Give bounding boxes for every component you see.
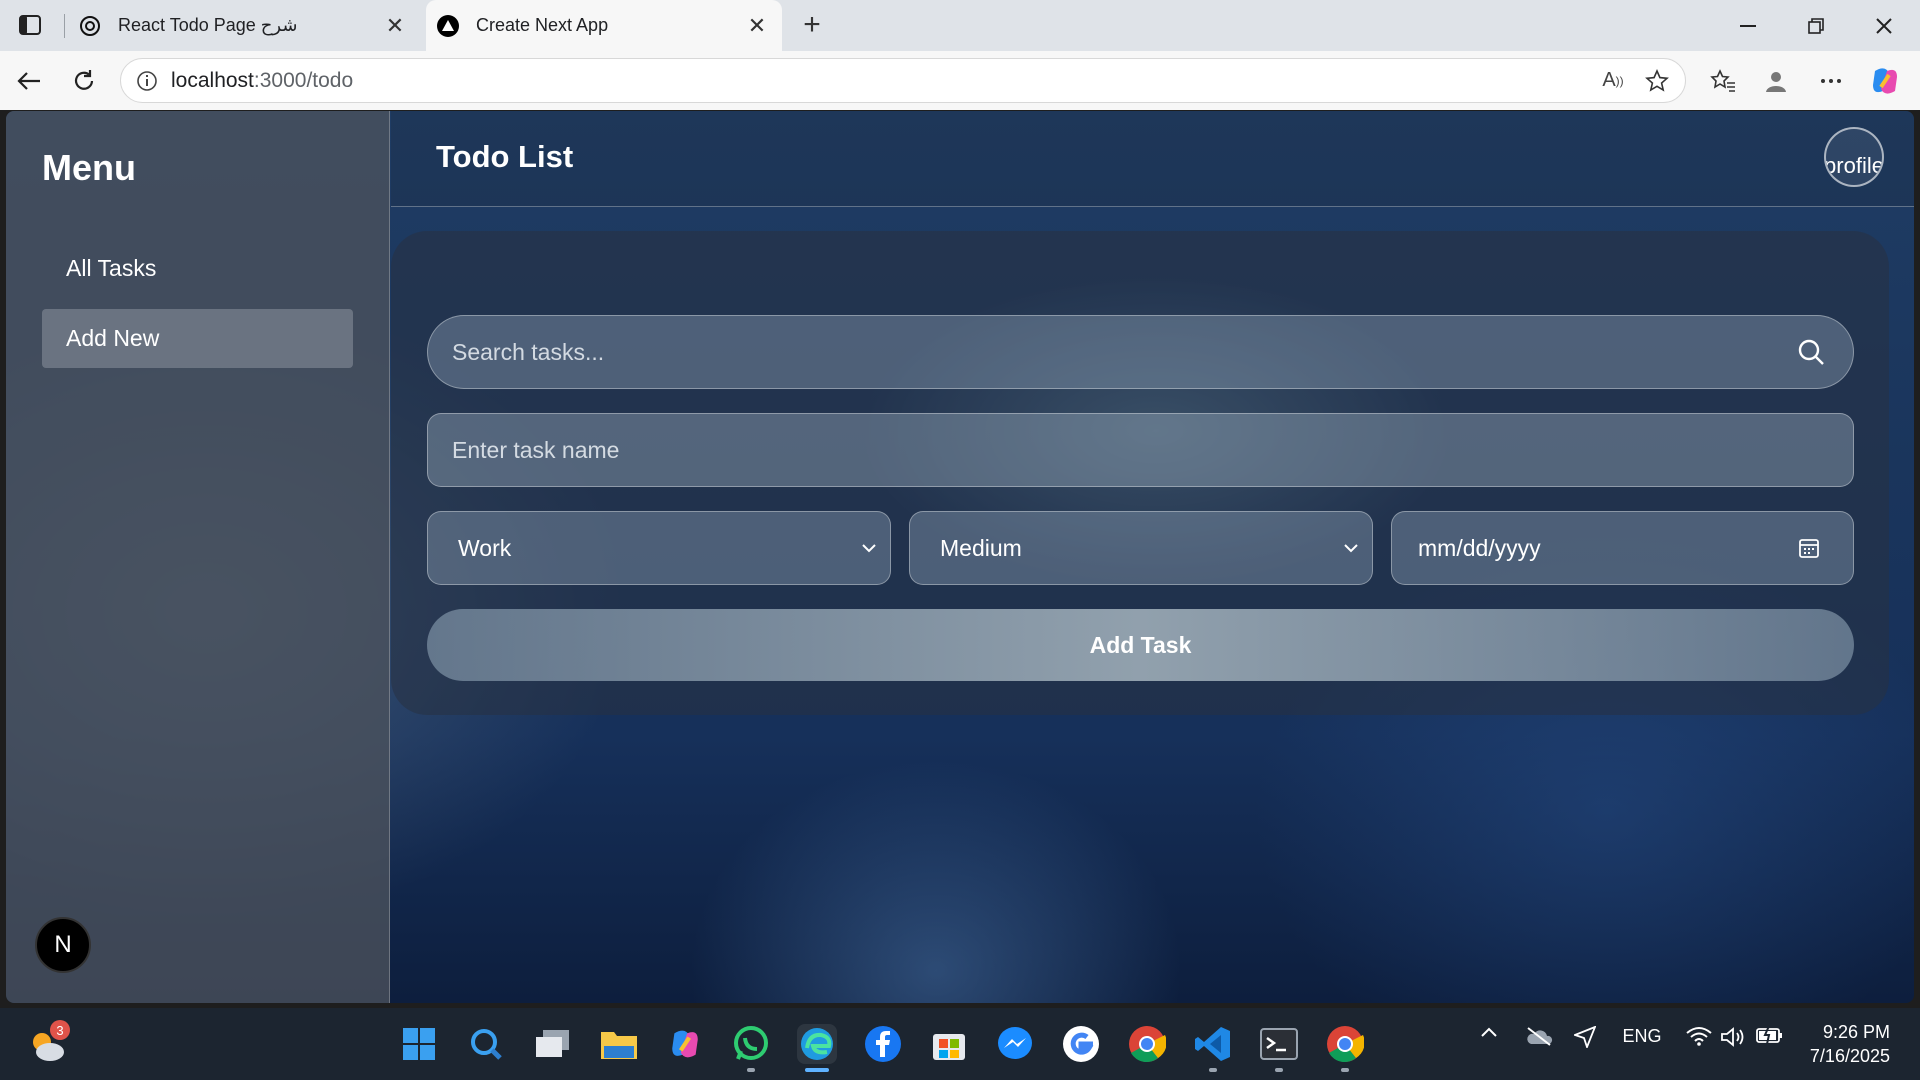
task-name-input[interactable]: Enter task name (427, 413, 1854, 487)
volume-icon[interactable] (1718, 1026, 1748, 1048)
running-indicator (1209, 1068, 1217, 1072)
task-name-placeholder: Enter task name (452, 436, 620, 463)
whatsapp-icon[interactable] (731, 1024, 771, 1064)
running-indicator (747, 1068, 755, 1072)
close-tab-icon[interactable]: ✕ (742, 11, 772, 41)
back-arrow-icon[interactable] (12, 64, 46, 98)
sidebar-item-all-tasks[interactable]: All Tasks (42, 239, 353, 298)
avatar-alt-text: profile (1824, 153, 1884, 178)
close-tab-icon[interactable]: ✕ (380, 11, 410, 41)
search-input[interactable]: Search tasks... (427, 315, 1854, 389)
restore-icon[interactable] (1782, 0, 1850, 51)
tab-separator (64, 14, 65, 38)
url-path: :3000/todo (253, 68, 354, 92)
site-info-icon[interactable] (127, 61, 167, 101)
vscode-icon[interactable] (1193, 1024, 1233, 1064)
browser-tab-react-todo[interactable]: React Todo Page شرح ✕ (68, 0, 420, 51)
system-clock[interactable]: 9:26 PM 7/16/2025 (1810, 1020, 1890, 1068)
browser-tab-bar: React Todo Page شرح ✕ Create Next App ✕ … (0, 0, 1920, 51)
category-select[interactable]: Work (427, 511, 891, 585)
chrome-profile-icon[interactable] (1325, 1024, 1365, 1064)
task-view-icon[interactable] (533, 1024, 573, 1064)
favorite-star-icon[interactable] (1635, 59, 1679, 103)
add-task-button[interactable]: Add Task (427, 609, 1854, 681)
browser-tab-create-next-app[interactable]: Create Next App ✕ (426, 0, 782, 51)
date-placeholder: mm/dd/yyyy (1418, 534, 1541, 561)
page-header: Todo List profile (391, 111, 1914, 207)
priority-value: Medium (940, 534, 1022, 561)
google-icon[interactable] (1061, 1024, 1101, 1064)
sidebar-item-label: All Tasks (66, 255, 157, 281)
running-indicator (1341, 1068, 1349, 1072)
url-text[interactable]: localhost:3000/todo (171, 69, 1591, 93)
search-icon[interactable] (1791, 332, 1831, 372)
openai-icon (78, 14, 102, 38)
wifi-icon[interactable] (1684, 1026, 1714, 1046)
onedrive-offline-icon[interactable] (1522, 1026, 1556, 1046)
windows-start-icon[interactable] (399, 1024, 439, 1064)
os-taskbar: 3 ENG 9:26 PM 7/16/2025 (0, 1008, 1920, 1080)
chevron-down-icon (1336, 543, 1366, 553)
running-indicator (1275, 1068, 1283, 1072)
add-task-card: Search tasks... Enter task name Work Med… (391, 231, 1889, 715)
sidebar: Menu All Tasks Add New N (6, 111, 390, 1003)
terminal-icon[interactable] (1259, 1024, 1299, 1064)
sidebar-item-label: Add New (66, 325, 160, 351)
tab-title: Create Next App (476, 15, 609, 35)
messenger-icon[interactable] (995, 1024, 1035, 1064)
search-icon[interactable] (466, 1024, 506, 1064)
new-tab-button[interactable]: + (795, 8, 829, 42)
weather-widget-icon[interactable]: 3 (28, 1020, 70, 1066)
active-app-indicator (805, 1068, 829, 1072)
clock-time: 9:26 PM (1822, 1022, 1890, 1042)
chrome-icon[interactable] (1127, 1024, 1167, 1064)
location-arrow-icon[interactable] (1570, 1026, 1600, 1048)
url-host: localhost (171, 68, 254, 92)
show-hidden-icons-chevron-icon[interactable] (1476, 1026, 1502, 1038)
close-window-icon[interactable] (1850, 0, 1918, 51)
chevron-down-icon (854, 543, 884, 553)
facebook-icon[interactable] (863, 1024, 903, 1064)
due-date-input[interactable]: mm/dd/yyyy (1391, 511, 1854, 585)
nextjs-icon (436, 14, 460, 38)
category-value: Work (458, 534, 512, 561)
copilot-icon[interactable] (1868, 64, 1902, 98)
page-title: Todo List (436, 139, 574, 174)
minimize-icon[interactable] (1714, 0, 1782, 51)
address-bar[interactable]: localhost:3000/todo A)) (120, 58, 1686, 103)
tab-actions-icon[interactable] (16, 12, 44, 38)
language-indicator[interactable]: ENG (1620, 1026, 1664, 1047)
clock-date: 7/16/2025 (1809, 1046, 1890, 1066)
nextjs-dev-indicator[interactable]: N (35, 917, 91, 973)
search-placeholder: Search tasks... (452, 338, 605, 365)
favorites-icon[interactable] (1706, 64, 1740, 98)
read-aloud-icon[interactable]: A)) (1591, 59, 1635, 103)
file-explorer-icon[interactable] (599, 1024, 639, 1064)
battery-charging-icon[interactable] (1754, 1026, 1786, 1044)
sidebar-title: Menu (42, 147, 136, 188)
priority-select[interactable]: Medium (909, 511, 1373, 585)
edge-browser-icon[interactable] (797, 1024, 837, 1064)
reload-icon[interactable] (67, 64, 101, 98)
tab-title: React Todo Page شرح (118, 15, 298, 35)
microsoft-store-icon[interactable] (929, 1024, 969, 1064)
profile-icon[interactable] (1759, 64, 1793, 98)
app-viewport: Menu All Tasks Add New N Todo List profi… (6, 111, 1914, 1003)
copilot-app-icon[interactable] (665, 1024, 705, 1064)
calendar-icon[interactable] (1789, 537, 1829, 559)
sidebar-item-add-new[interactable]: Add New (42, 309, 353, 368)
notification-badge: 3 (50, 1020, 70, 1040)
browser-nav-bar: localhost:3000/todo A)) (0, 51, 1920, 110)
more-options-icon[interactable] (1814, 64, 1848, 98)
avatar[interactable]: profile (1824, 127, 1884, 187)
